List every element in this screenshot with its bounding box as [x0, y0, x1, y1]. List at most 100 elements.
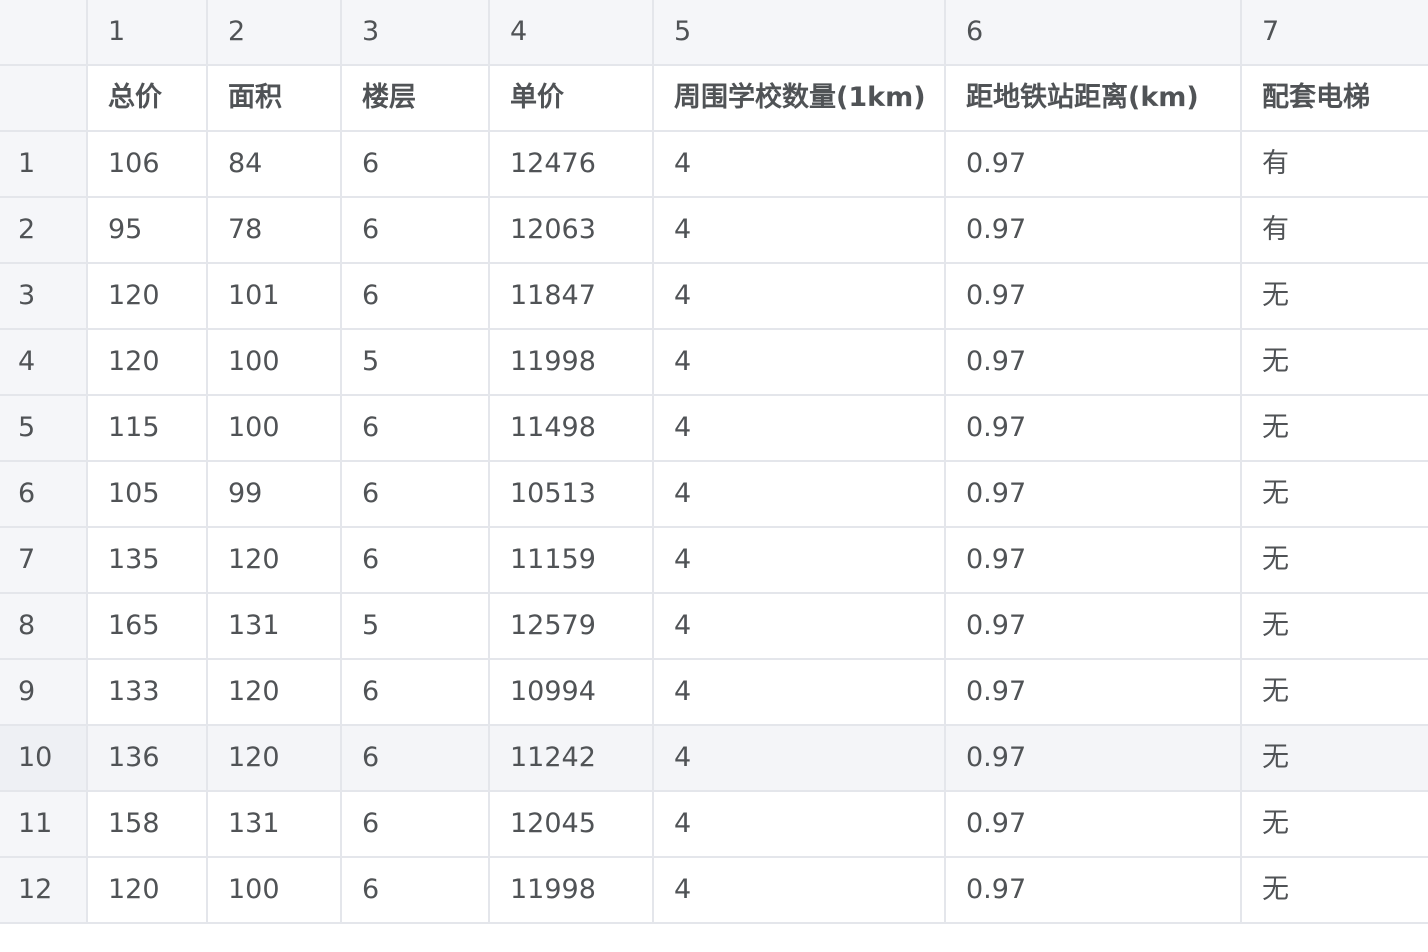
row-header[interactable]: 3: [0, 262, 88, 330]
cell-metro-distance[interactable]: 0.97: [944, 592, 1242, 660]
column-header-1[interactable]: 1: [86, 0, 208, 66]
cell-area[interactable]: 99: [206, 460, 342, 528]
column-header-3[interactable]: 3: [340, 0, 490, 66]
cell-elevator[interactable]: 无: [1240, 328, 1428, 396]
cell-unit-price[interactable]: 11498: [488, 394, 654, 462]
table-row[interactable]: 12 120 100 6 11998 4 0.97 无: [0, 856, 1428, 924]
row-header[interactable]: 2: [0, 196, 88, 264]
row-header[interactable]: 7: [0, 526, 88, 594]
cell-unit-price[interactable]: 12476: [488, 130, 654, 198]
cell-unit-price[interactable]: 11242: [488, 724, 654, 792]
cell-metro-distance[interactable]: 0.97: [944, 724, 1242, 792]
cell-metro-distance[interactable]: 0.97: [944, 328, 1242, 396]
cell-nearby-schools[interactable]: 4: [652, 262, 946, 330]
cell-nearby-schools[interactable]: 4: [652, 658, 946, 726]
cell-nearby-schools[interactable]: 4: [652, 460, 946, 528]
cell-elevator[interactable]: 无: [1240, 790, 1428, 858]
cell-total-price[interactable]: 105: [86, 460, 208, 528]
cell-total-price[interactable]: 165: [86, 592, 208, 660]
cell-unit-price[interactable]: 11998: [488, 856, 654, 924]
cell-floor[interactable]: 6: [340, 526, 490, 594]
cell-total-price[interactable]: 115: [86, 394, 208, 462]
cell-area[interactable]: 100: [206, 328, 342, 396]
table-row[interactable]: 11 158 131 6 12045 4 0.97 无: [0, 790, 1428, 858]
cell-metro-distance[interactable]: 0.97: [944, 394, 1242, 462]
cell-metro-distance[interactable]: 0.97: [944, 658, 1242, 726]
cell-nearby-schools[interactable]: 4: [652, 394, 946, 462]
cell-nearby-schools[interactable]: 4: [652, 196, 946, 264]
column-header-4[interactable]: 4: [488, 0, 654, 66]
cell-unit-price[interactable]: 12063: [488, 196, 654, 264]
field-name-metro-distance[interactable]: 距地铁站距离(km): [944, 64, 1242, 132]
cell-metro-distance[interactable]: 0.97: [944, 460, 1242, 528]
cell-elevator[interactable]: 无: [1240, 394, 1428, 462]
field-name-row-head[interactable]: [0, 64, 88, 132]
row-header[interactable]: 8: [0, 592, 88, 660]
cell-floor[interactable]: 5: [340, 592, 490, 660]
field-name-unit-price[interactable]: 单价: [488, 64, 654, 132]
cell-nearby-schools[interactable]: 4: [652, 328, 946, 396]
cell-area[interactable]: 131: [206, 790, 342, 858]
cell-nearby-schools[interactable]: 4: [652, 526, 946, 594]
row-header[interactable]: 6: [0, 460, 88, 528]
cell-area[interactable]: 120: [206, 658, 342, 726]
cell-elevator[interactable]: 无: [1240, 526, 1428, 594]
cell-elevator[interactable]: 有: [1240, 130, 1428, 198]
column-header-7[interactable]: 7: [1240, 0, 1428, 66]
cell-nearby-schools[interactable]: 4: [652, 790, 946, 858]
cell-metro-distance[interactable]: 0.97: [944, 130, 1242, 198]
cell-area[interactable]: 120: [206, 526, 342, 594]
cell-elevator[interactable]: 无: [1240, 262, 1428, 330]
cell-total-price[interactable]: 106: [86, 130, 208, 198]
row-header[interactable]: 10: [0, 724, 88, 792]
cell-floor[interactable]: 6: [340, 262, 490, 330]
cell-unit-price[interactable]: 10513: [488, 460, 654, 528]
cell-floor[interactable]: 5: [340, 328, 490, 396]
cell-elevator[interactable]: 无: [1240, 658, 1428, 726]
cell-nearby-schools[interactable]: 4: [652, 592, 946, 660]
cell-total-price[interactable]: 95: [86, 196, 208, 264]
cell-unit-price[interactable]: 12045: [488, 790, 654, 858]
row-header[interactable]: 12: [0, 856, 88, 924]
column-header-2[interactable]: 2: [206, 0, 342, 66]
column-header-5[interactable]: 5: [652, 0, 946, 66]
cell-floor[interactable]: 6: [340, 196, 490, 264]
cell-metro-distance[interactable]: 0.97: [944, 856, 1242, 924]
table-row[interactable]: 6 105 99 6 10513 4 0.97 无: [0, 460, 1428, 528]
cell-area[interactable]: 120: [206, 724, 342, 792]
cell-elevator[interactable]: 有: [1240, 196, 1428, 264]
cell-unit-price[interactable]: 12579: [488, 592, 654, 660]
cell-total-price[interactable]: 120: [86, 856, 208, 924]
table-row[interactable]: 9 133 120 6 10994 4 0.97 无: [0, 658, 1428, 726]
table-row[interactable]: 2 95 78 6 12063 4 0.97 有: [0, 196, 1428, 264]
cell-unit-price[interactable]: 11159: [488, 526, 654, 594]
cell-floor[interactable]: 6: [340, 724, 490, 792]
row-header[interactable]: 9: [0, 658, 88, 726]
cell-total-price[interactable]: 158: [86, 790, 208, 858]
cell-area[interactable]: 101: [206, 262, 342, 330]
cell-area[interactable]: 78: [206, 196, 342, 264]
cell-area[interactable]: 84: [206, 130, 342, 198]
cell-nearby-schools[interactable]: 4: [652, 130, 946, 198]
table-row[interactable]: 1 106 84 6 12476 4 0.97 有: [0, 130, 1428, 198]
cell-nearby-schools[interactable]: 4: [652, 856, 946, 924]
cell-metro-distance[interactable]: 0.97: [944, 196, 1242, 264]
cell-total-price[interactable]: 120: [86, 262, 208, 330]
cell-metro-distance[interactable]: 0.97: [944, 262, 1242, 330]
table-row[interactable]: 7 135 120 6 11159 4 0.97 无: [0, 526, 1428, 594]
cell-elevator[interactable]: 无: [1240, 592, 1428, 660]
cell-unit-price[interactable]: 10994: [488, 658, 654, 726]
cell-area[interactable]: 100: [206, 856, 342, 924]
cell-area[interactable]: 100: [206, 394, 342, 462]
row-header[interactable]: 4: [0, 328, 88, 396]
field-name-area[interactable]: 面积: [206, 64, 342, 132]
table-row[interactable]: 3 120 101 6 11847 4 0.97 无: [0, 262, 1428, 330]
table-row[interactable]: 8 165 131 5 12579 4 0.97 无: [0, 592, 1428, 660]
field-name-floor[interactable]: 楼层: [340, 64, 490, 132]
cell-floor[interactable]: 6: [340, 790, 490, 858]
cell-total-price[interactable]: 133: [86, 658, 208, 726]
table-row[interactable]: 4 120 100 5 11998 4 0.97 无: [0, 328, 1428, 396]
cell-elevator[interactable]: 无: [1240, 460, 1428, 528]
field-name-nearby-schools[interactable]: 周围学校数量(1km): [652, 64, 946, 132]
table-row[interactable]: 10 136 120 6 11242 4 0.97 无: [0, 724, 1428, 792]
